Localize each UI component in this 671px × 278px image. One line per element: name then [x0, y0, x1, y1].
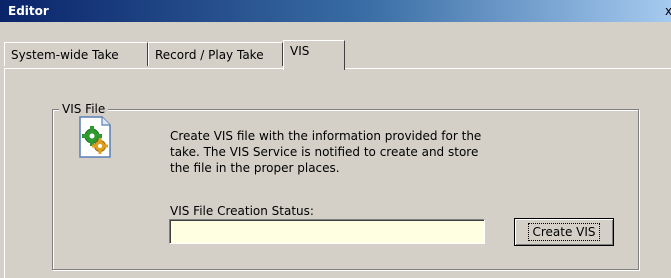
tab-strip: System-wide Take Record / Play Take VIS [0, 40, 671, 70]
create-vis-label: Create VIS [528, 223, 600, 241]
tab-label: Record / Play Take [155, 48, 264, 62]
tab-label: System-wide Take [11, 48, 119, 62]
status-label: VIS File Creation Status: [170, 204, 314, 218]
tab-system-wide-take[interactable]: System-wide Take [4, 42, 148, 66]
status-field[interactable] [169, 219, 485, 244]
document-gear-icon [78, 116, 112, 158]
title-bar: Editor x [0, 0, 671, 22]
close-icon[interactable]: x [665, 4, 671, 18]
create-vis-button[interactable]: Create VIS [514, 218, 614, 246]
vis-description: Create VIS file with the information pro… [170, 129, 482, 175]
tab-label: VIS [290, 44, 310, 58]
window-title: Editor [8, 4, 49, 18]
tab-vis[interactable]: VIS [283, 40, 345, 70]
group-legend: VIS File [59, 102, 109, 116]
tab-record-play-take[interactable]: Record / Play Take [148, 42, 283, 66]
